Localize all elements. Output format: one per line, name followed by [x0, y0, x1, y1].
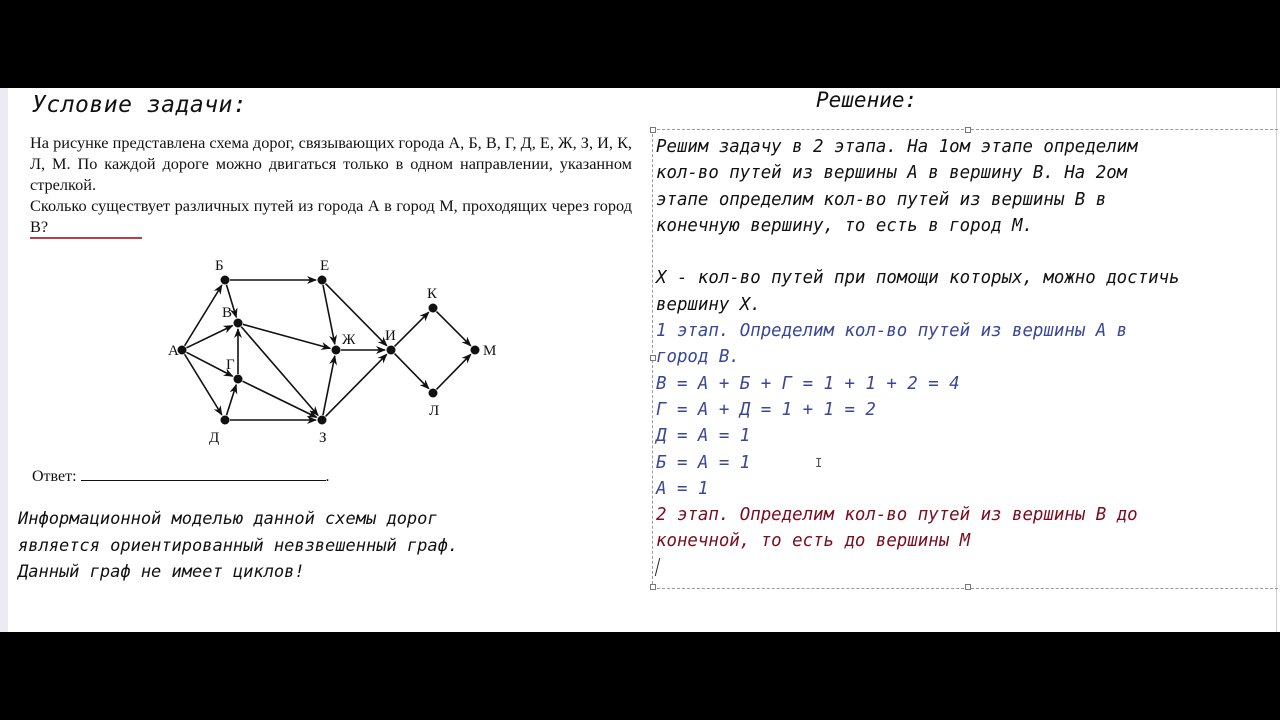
graph-node-Г — [233, 374, 243, 384]
graph-node-А — [177, 345, 187, 355]
graph-node-label: Ж — [342, 332, 356, 348]
answer-blank-line — [80, 466, 326, 481]
resize-handle[interactable] — [650, 127, 656, 133]
graph-node-Е — [317, 275, 327, 285]
answer-label: Ответ: — [32, 468, 77, 485]
solution-line: конечную вершину, то есть в город М. — [656, 215, 1033, 236]
graph-node-label: М — [483, 343, 496, 359]
solution-line: город В. — [656, 347, 740, 368]
condition-title: Условие задачи: — [32, 92, 248, 118]
info-line: Данный граф не имеет циклов! — [18, 562, 305, 582]
graph-node-label: Б — [215, 258, 224, 274]
solution-line: этапе определим кол-во путей из вершины … — [656, 189, 1107, 210]
graph-node-label: З — [319, 430, 327, 446]
info-line: Информационной моделью данной схемы доро… — [18, 509, 438, 529]
solution-line: 2 этап. Определим кол-во путей из вершин… — [656, 505, 1138, 526]
i-beam-cursor-icon: I — [815, 456, 823, 470]
problem-paragraph-2: Сколько существует различных путей из го… — [30, 196, 632, 236]
graph-node-Б — [220, 275, 230, 285]
graph-edge-К-М — [435, 310, 472, 347]
solution-line: Решим задачу в 2 этапа. На 1ом этапе опр… — [656, 137, 1138, 157]
graph-node-label: В — [222, 305, 232, 321]
graph-edge-И-Л — [393, 353, 430, 390]
graph-edge-Д-Г — [225, 383, 238, 416]
road-graph: А Б В Г Д Е Ж З И К Л М — [168, 258, 496, 446]
solution-line: вершину X. — [656, 294, 761, 315]
graph-edge-З-И — [324, 353, 388, 418]
slide-canvas: Условие задачи: На рисунке представлена … — [0, 88, 1280, 632]
solution-line: Д = А = 1 — [656, 426, 751, 447]
graph-edge-А-Д — [183, 353, 223, 416]
graph-node-И — [386, 345, 396, 355]
graph-node-label: Г — [226, 357, 235, 373]
solution-line: кол-во путей из вершины А в вершину В. Н… — [656, 163, 1128, 184]
graph-node-К — [428, 303, 438, 313]
graph-node-В — [233, 318, 243, 328]
resize-handle[interactable] — [965, 127, 971, 133]
problem-statement: На рисунке представлена схема дорог, свя… — [30, 132, 632, 237]
graph-edge-А-Б — [183, 284, 223, 347]
answer-row: Ответ:. — [32, 466, 330, 486]
resize-handle[interactable] — [965, 584, 971, 590]
solution-line: конечной, то есть до вершины М — [656, 531, 971, 552]
solution-line — [656, 239, 1180, 265]
graph-node-label: И — [385, 328, 396, 344]
answer-suffix: . — [325, 468, 330, 485]
graph-node-Д — [220, 415, 230, 425]
graph-node-З — [317, 415, 327, 425]
graph-node-label: Е — [320, 258, 329, 274]
graph-edge-В-З — [240, 326, 319, 417]
solution-line: А = 1 — [656, 478, 709, 499]
graph-node-М — [470, 345, 480, 355]
graph-node-Л — [428, 388, 438, 398]
graph-edge-Г-З — [242, 380, 318, 419]
graph-node-label: К — [427, 286, 438, 302]
solution-line: В = А + Б + Г = 1 + 1 + 2 = 4 — [656, 373, 960, 394]
graph-edge-Л-М — [435, 353, 472, 390]
red-underline-highlight — [30, 237, 142, 239]
graph-node-Ж — [331, 345, 341, 355]
solution-line: Г = А + Д = 1 + 1 = 2 — [656, 399, 876, 420]
graph-node-label: Д — [209, 430, 219, 446]
info-note: Информационной моделью данной схемы доро… — [18, 506, 458, 586]
graph-edge-Е-И — [324, 282, 388, 347]
graph-node-label: Л — [429, 403, 439, 419]
solution-line: X - кол-во путей при помощи которых, мож… — [656, 268, 1180, 289]
info-line: является ориентированный невзвешенный гр… — [18, 535, 459, 556]
solution-title: Решение: — [816, 88, 918, 112]
problem-paragraph-1: На рисунке представлена схема дорог, свя… — [30, 133, 632, 194]
left-edge-strip — [0, 88, 8, 632]
resize-handle[interactable] — [650, 584, 656, 590]
graph-node-label: А — [168, 343, 179, 359]
graph-edge-З-Ж — [322, 354, 337, 416]
graph-edge-А-В — [186, 324, 234, 349]
solution-line: 1 этап. Определим кол-во путей из вершин… — [656, 321, 1128, 342]
graph-edge-И-К — [393, 311, 430, 348]
solution-text[interactable]: Решим задачу в 2 этапа. На 1ом этапе опр… — [656, 134, 1180, 555]
graph-edge-Е-Ж — [322, 284, 337, 346]
solution-line: Б = А = 1 — [656, 452, 751, 473]
